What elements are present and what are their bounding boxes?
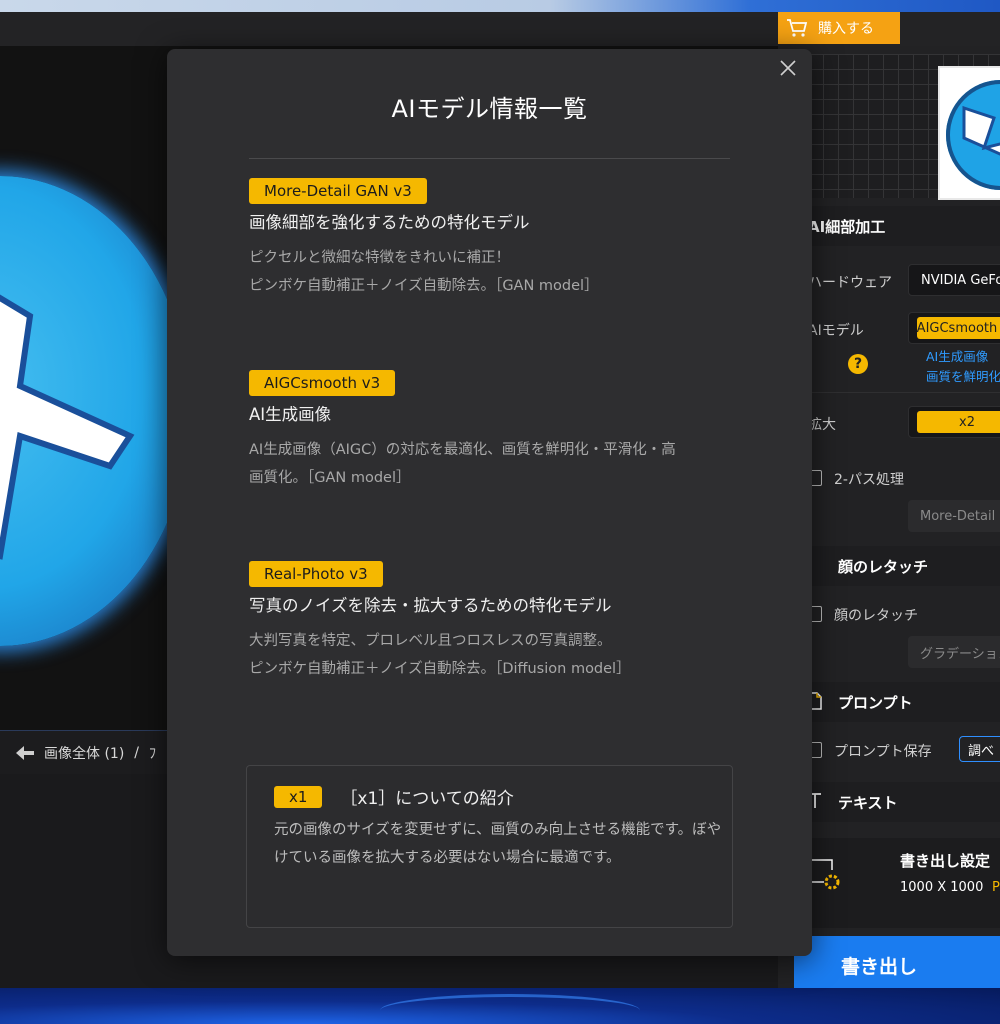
- hardware-label: ハードウェア: [808, 275, 892, 291]
- scale-info-box: x1 ［x1］についての紹介 元の画像のサイズを変更せずに、画質のみ向上させる機…: [246, 765, 733, 928]
- face-label: 顔のレタッチ: [834, 608, 918, 624]
- buy-button-label: 購入する: [818, 21, 874, 37]
- info-title: ［x1］についての紹介: [340, 789, 514, 809]
- cart-icon: [787, 19, 808, 37]
- back-arrow-icon[interactable]: [16, 745, 34, 760]
- breadcrumb-separator: /: [134, 744, 139, 761]
- info-text: 元の画像のサイズを変更せずに、画質のみ向上させる機能です。ぼやけている画像を拡大…: [274, 822, 722, 866]
- plane-shape-icon: [0, 294, 135, 560]
- scale-label: 拡大: [808, 417, 836, 433]
- export-format: P: [992, 880, 1000, 895]
- preview-image: [0, 176, 190, 646]
- model-card: More-Detail GAN v3 画像細部を強化するための特化モデル ピクセ…: [249, 178, 739, 300]
- model-tag: Real-Photo v3: [249, 561, 383, 587]
- close-icon[interactable]: [779, 59, 797, 77]
- model-desc-line: ピンボケ自動補正＋ノイズ自動除去。［Diffusion model］: [249, 661, 631, 677]
- model-subtitle: 画像細部を強化するための特化モデル: [249, 213, 530, 232]
- plane-thumb-icon: [962, 105, 1000, 156]
- face-mode-select[interactable]: グラデーション: [908, 636, 1000, 668]
- model-description: AI生成画像（AIGC）の対応を最適化、画質を鮮明化・平滑化・高 画質化。［GA…: [249, 436, 739, 492]
- buy-button[interactable]: 購入する: [778, 12, 900, 44]
- dialog-title: AIモデル情報一覧: [391, 95, 588, 123]
- navigator-thumbnail[interactable]: [938, 66, 1000, 200]
- model-note-1: AI生成画像: [926, 349, 989, 364]
- model-subtitle: AI生成画像: [249, 405, 332, 424]
- section-ai-detail-title: AI細部加工: [808, 217, 886, 236]
- section-text-title: テキスト: [838, 793, 898, 812]
- model-desc-line: ピクセルと微細な特徴をきれいに補正！: [249, 250, 510, 266]
- breadcrumb-current: ﾌ: [149, 745, 156, 762]
- help-icon[interactable]: ?: [848, 354, 868, 374]
- model-tag: AIGCsmooth v3: [249, 370, 396, 396]
- scale-value: x2: [917, 411, 1000, 433]
- breadcrumb-item[interactable]: 画像全体 (1): [44, 743, 124, 763]
- title-divider: [249, 158, 730, 159]
- model-desc-line: AI生成画像（AIGC）の対応を最適化、画質を鮮明化・平滑化・高: [249, 442, 676, 458]
- ai-model-select[interactable]: AIGCsmooth v3: [908, 312, 1000, 344]
- model-description: 大判写真を特定、プロレベル且つロスレスの写真調整。 ピンボケ自動補正＋ノイズ自動…: [249, 627, 739, 683]
- ai-model-label: AIモデル: [808, 323, 864, 339]
- prompt-explore-button[interactable]: 調べ: [959, 736, 1000, 762]
- ai-model-value: AIGCsmooth v3: [917, 317, 1000, 339]
- twopass-model-select[interactable]: More-Detail GAN: [908, 500, 1000, 532]
- section-prompt-title: プロンプト: [838, 693, 913, 712]
- prompt-save-label: プロンプト保存: [834, 744, 932, 760]
- model-note-2: 画質を鮮明化: [926, 369, 1000, 384]
- desktop-wallpaper-bottom: [0, 988, 1000, 1024]
- model-card: AIGCsmooth v3 AI生成画像 AI生成画像（AIGC）の対応を最適化…: [249, 370, 739, 492]
- export-settings-icon: [810, 859, 840, 890]
- scale-select[interactable]: x2: [908, 406, 1000, 438]
- export-size: 1000 X 1000: [900, 880, 984, 895]
- model-tag: More-Detail GAN v3: [249, 178, 427, 204]
- info-tag: x1: [274, 785, 323, 808]
- section-face-title: 顔のレタッチ: [838, 557, 929, 576]
- desktop-wallpaper-top: [0, 0, 1000, 12]
- hardware-select[interactable]: NVIDIA GeForce: [908, 264, 1000, 296]
- ai-model-info-dialog: AIモデル情報一覧 More-Detail GAN v3 画像細部を強化するため…: [167, 49, 812, 956]
- twopass-label: 2-パス処理: [834, 472, 904, 488]
- model-card: Real-Photo v3 写真のノイズを除去・拡大するための特化モデル 大判写…: [249, 561, 739, 683]
- model-desc-line: ピンボケ自動補正＋ノイズ自動除去。［GAN model］: [249, 278, 599, 294]
- export-button[interactable]: 書き出し: [794, 936, 1000, 988]
- model-description: ピクセルと微細な特徴をきれいに補正！ ピンボケ自動補正＋ノイズ自動除去。［GAN…: [249, 244, 739, 300]
- export-settings-title: 書き出し設定: [900, 852, 991, 870]
- model-desc-line: 画質化。［GAN model］: [249, 470, 411, 486]
- model-desc-line: 大判写真を特定、プロレベル且つロスレスの写真調整。: [249, 633, 612, 649]
- model-subtitle: 写真のノイズを除去・拡大するための特化モデル: [249, 596, 612, 615]
